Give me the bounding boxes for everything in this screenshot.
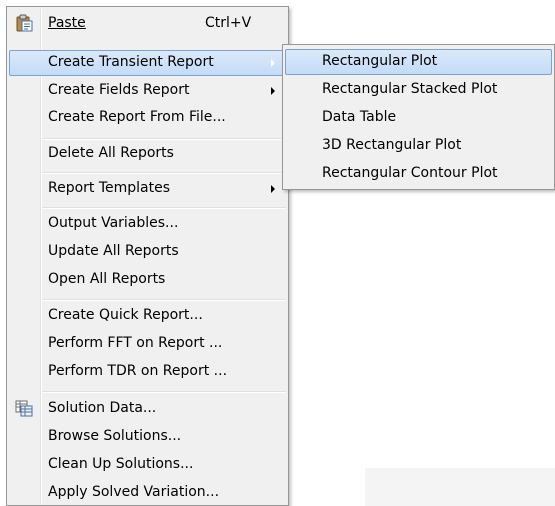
menu-item-update-all-reports[interactable]: Update All Reports — [9, 239, 286, 265]
menu-item-solution-data[interactable]: Solution Data... — [9, 396, 286, 422]
submenu-item-label: Data Table — [322, 109, 397, 125]
menu-separator — [42, 172, 286, 174]
table-data-icon — [15, 399, 33, 417]
menu-item-clean-up-solutions[interactable]: Clean Up Solutions... — [9, 452, 286, 478]
submenu-arrow-icon — [271, 59, 275, 67]
submenu-item-data-table[interactable]: Data Table — [285, 105, 552, 131]
submenu-create-transient-report: Rectangular Plot Rectangular Stacked Plo… — [282, 44, 555, 190]
submenu-item-label: Rectangular Plot — [322, 53, 438, 69]
clipboard-icon — [15, 14, 33, 32]
menu-item-delete-all-reports[interactable]: Delete All Reports — [9, 141, 286, 167]
menu-item-perform-tdr[interactable]: Perform TDR on Report ... — [9, 359, 286, 385]
menu-item-label: Solution Data... — [48, 400, 157, 416]
submenu-item-label: 3D Rectangular Plot — [322, 137, 462, 153]
submenu-item-3d-rectangular-plot[interactable]: 3D Rectangular Plot — [285, 133, 552, 159]
menu-item-paste[interactable]: Paste Ctrl+V — [9, 11, 286, 37]
menu-item-label: Open All Reports — [48, 271, 166, 287]
menu-item-create-fields-report[interactable]: Create Fields Report — [9, 78, 286, 104]
submenu-item-rectangular-plot[interactable]: Rectangular Plot — [285, 49, 552, 75]
menu-item-label: Create Quick Report... — [48, 307, 203, 323]
menu-item-label: Perform FFT on Report ... — [48, 335, 223, 351]
submenu-item-rectangular-contour-plot[interactable]: Rectangular Contour Plot — [285, 161, 552, 187]
menu-item-report-templates[interactable]: Report Templates — [9, 176, 286, 202]
menu-item-label: Delete All Reports — [48, 145, 174, 161]
menu-item-label: Create Report From File... — [48, 109, 226, 125]
menu-separator — [42, 138, 286, 140]
shortcut-label: Ctrl+V — [205, 15, 252, 31]
menu-item-label: Apply Solved Variation... — [48, 484, 220, 500]
menu-item-create-quick-report[interactable]: Create Quick Report... — [9, 303, 286, 329]
menu-item-label: Paste — [48, 15, 86, 31]
menu-separator — [42, 299, 286, 301]
submenu-item-label: Rectangular Stacked Plot — [322, 81, 498, 97]
menu-item-perform-fft[interactable]: Perform FFT on Report ... — [9, 331, 286, 357]
submenu-arrow-icon — [271, 87, 275, 95]
menu-item-label: Clean Up Solutions... — [48, 456, 194, 472]
menu-item-label: Create Fields Report — [48, 82, 190, 98]
menu-item-output-variables[interactable]: Output Variables... — [9, 211, 286, 237]
menu-item-label: Perform TDR on Report ... — [48, 363, 228, 379]
menu-separator — [42, 391, 286, 393]
menu-item-label: Browse Solutions... — [48, 428, 182, 444]
background-panel — [365, 468, 555, 506]
context-menu: Paste Ctrl+V Create Transient Report Cre… — [6, 6, 289, 506]
submenu-item-label: Rectangular Contour Plot — [322, 165, 498, 181]
menu-item-create-transient-report[interactable]: Create Transient Report — [9, 50, 286, 76]
menu-item-apply-solved-variation[interactable]: Apply Solved Variation... — [9, 480, 286, 506]
menu-item-label: Create Transient Report — [48, 54, 214, 70]
submenu-arrow-icon — [271, 185, 275, 193]
menu-item-label: Output Variables... — [48, 215, 179, 231]
menu-item-browse-solutions[interactable]: Browse Solutions... — [9, 424, 286, 450]
menu-item-label: Update All Reports — [48, 243, 179, 259]
menu-item-label: Report Templates — [48, 180, 171, 196]
menu-item-create-report-from-file[interactable]: Create Report From File... — [9, 105, 286, 131]
submenu-item-rectangular-stacked-plot[interactable]: Rectangular Stacked Plot — [285, 77, 552, 103]
menu-item-open-all-reports[interactable]: Open All Reports — [9, 267, 286, 293]
menu-separator — [42, 207, 286, 209]
